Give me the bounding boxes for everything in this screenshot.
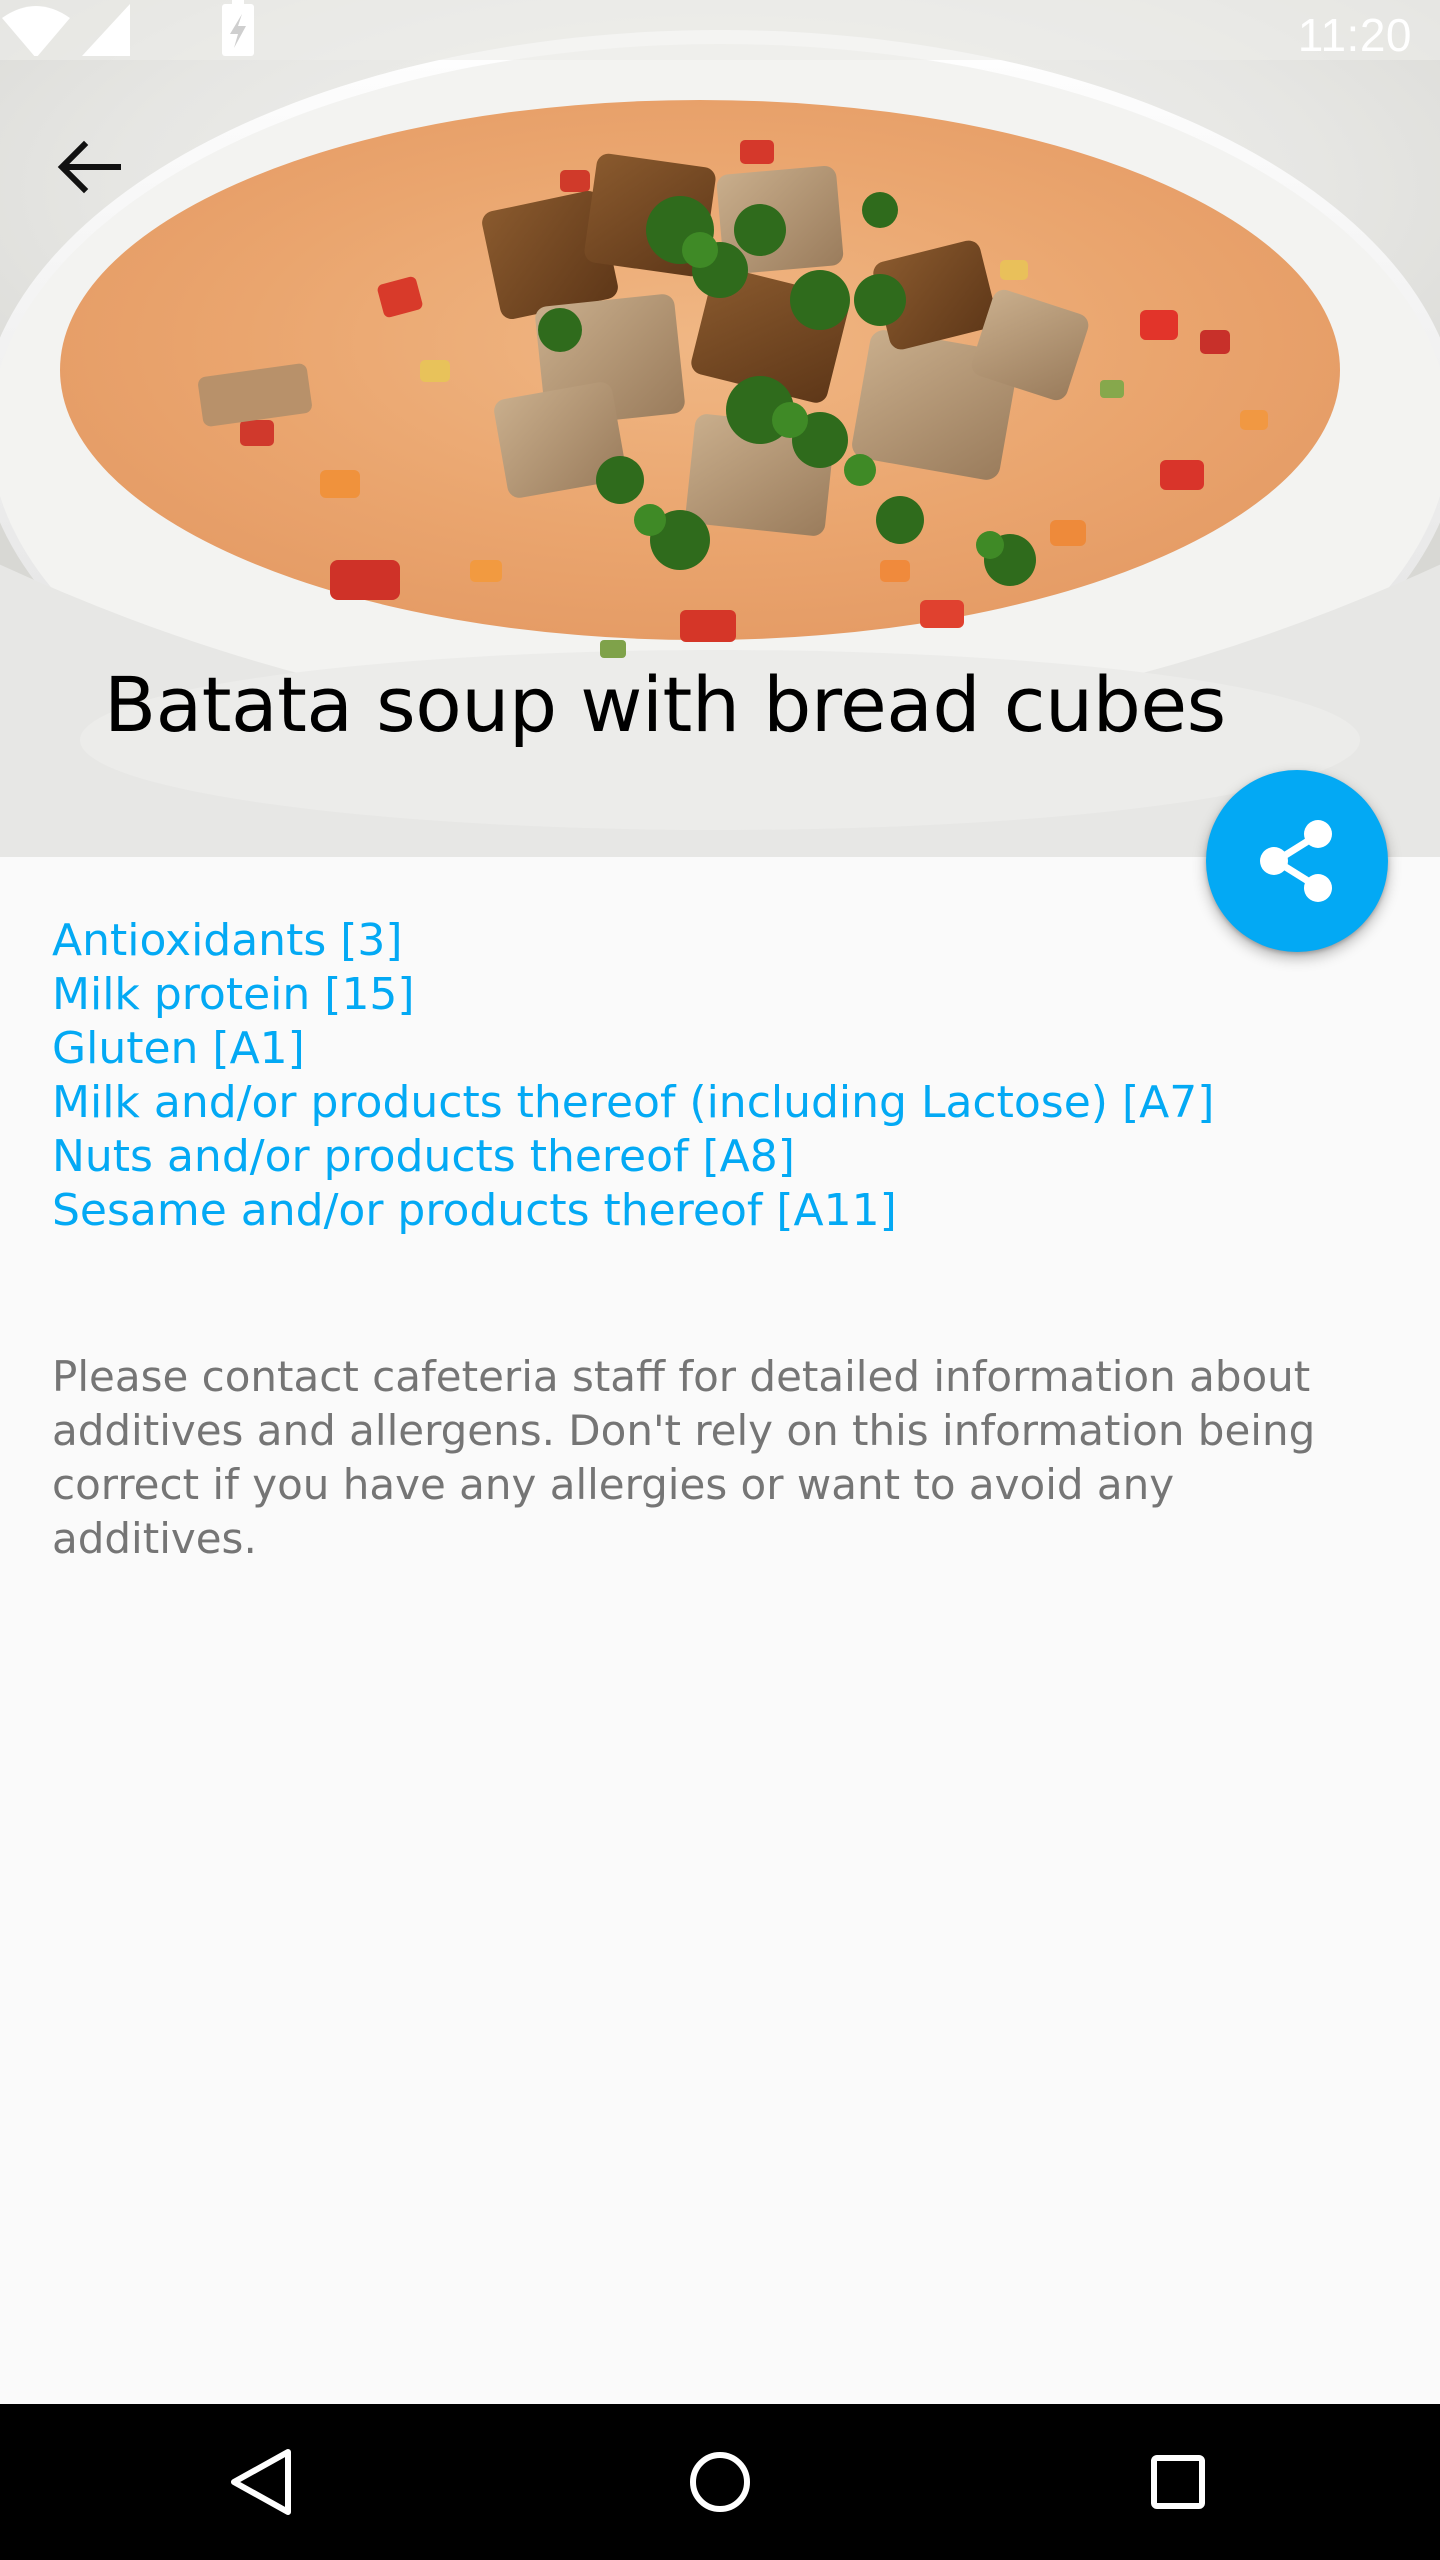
nav-home-icon — [690, 2452, 750, 2512]
allergen-link[interactable]: Gluten [A1] — [52, 1022, 1372, 1076]
additive-allergen-list: Antioxidants [3] Milk protein [15] Glute… — [52, 914, 1372, 1238]
additive-link[interactable]: Milk protein [15] — [52, 968, 1372, 1022]
share-button[interactable] — [1206, 770, 1388, 952]
back-button[interactable] — [40, 124, 140, 214]
allergen-link[interactable]: Milk and/or products thereof (including … — [52, 1076, 1372, 1130]
cell-signal-icon — [82, 4, 130, 56]
nav-back-icon — [231, 2449, 291, 2515]
wifi-icon — [2, 6, 70, 56]
allergen-link[interactable]: Nuts and/or products thereof [A8] — [52, 1130, 1372, 1184]
nav-home-button[interactable] — [670, 2432, 770, 2532]
nav-back-button[interactable] — [212, 2432, 312, 2532]
recipe-title: Batata soup with bread cubes — [104, 660, 1226, 749]
status-bar: 11:20 — [0, 0, 1440, 84]
additive-link[interactable]: Antioxidants [3] — [52, 914, 1372, 968]
arrow-back-icon — [57, 140, 121, 194]
allergen-link[interactable]: Sesame and/or products thereof [A11] — [52, 1184, 1372, 1238]
status-time: 11:20 — [1297, 9, 1412, 61]
recipe-details: Antioxidants [3] Milk protein [15] Glute… — [52, 914, 1372, 1566]
system-navigation-bar — [0, 2404, 1440, 2560]
status-icons — [2, 0, 254, 56]
recipe-hero-image: 11:20 Batata soup with bread cubes — [0, 0, 1440, 857]
nav-recents-button[interactable] — [1128, 2432, 1228, 2532]
battery-charging-icon — [222, 0, 254, 56]
share-icon — [1260, 820, 1332, 902]
nav-recents-icon — [1151, 2455, 1205, 2509]
allergen-disclaimer: Please contact cafeteria staff for detai… — [52, 1352, 1316, 1563]
